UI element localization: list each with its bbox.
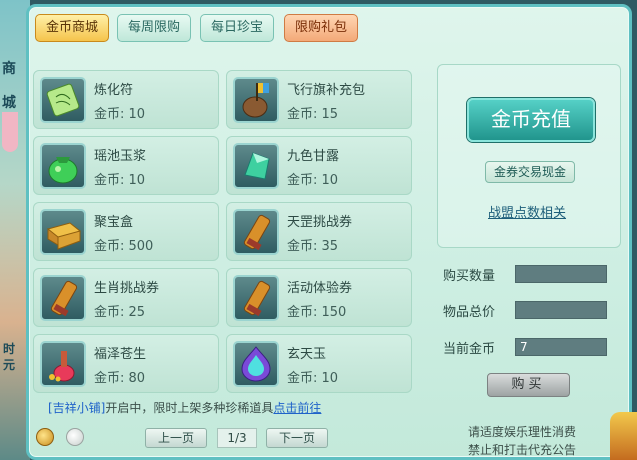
coupon-exchange-button[interactable]: 金券交易现金 — [485, 161, 575, 183]
item-name: 聚宝盒 — [94, 215, 134, 230]
item-name: 生肖挑战券 — [94, 281, 160, 296]
quantity-label: 购买数量 — [443, 269, 496, 284]
item-price: 金币: 25 — [94, 305, 146, 320]
current-gold-field: 7 — [515, 338, 607, 356]
next-page-button[interactable]: 下一页 — [266, 428, 328, 448]
side-glyph-1: 商 — [2, 61, 16, 77]
filter-toggle-icon[interactable] — [66, 428, 84, 446]
notice-text: 开启中，限时上架多种珍稀道具 — [105, 401, 274, 415]
item-name: 炼化符 — [94, 83, 134, 98]
flag-pouch-icon — [233, 77, 279, 123]
total-price-label: 物品总价 — [443, 305, 496, 320]
item-name: 飞行旗补充包 — [287, 83, 366, 98]
item-name: 天罡挑战券 — [287, 215, 353, 230]
item-card[interactable]: 福泽苍生 金币: 80 — [33, 334, 219, 393]
gem-icon — [233, 341, 279, 387]
anti-proxy-notice-link[interactable]: 禁止和打击代充公告 — [468, 441, 576, 458]
item-card[interactable]: 玄天玉 金币: 10 — [226, 334, 412, 393]
gourd-icon — [40, 341, 86, 387]
prev-page-button[interactable]: 上一页 — [145, 428, 207, 448]
item-name: 玄天玉 — [287, 347, 327, 362]
item-card[interactable]: 飞行旗补充包 金币: 15 — [226, 70, 412, 129]
current-gold-label: 当前金币 — [443, 342, 496, 357]
tab-gold-mall[interactable]: 金币商城 — [35, 14, 110, 42]
crystal-icon — [233, 143, 279, 189]
scroll-icon — [233, 209, 279, 255]
item-price: 金币: 35 — [287, 239, 339, 254]
buy-button[interactable]: 购买 — [487, 373, 570, 397]
side-glyph-2: 城 — [2, 95, 16, 111]
quantity-field[interactable] — [515, 265, 607, 283]
corner-decoration-icon — [610, 412, 637, 460]
item-card[interactable]: 活动体验券 金币: 150 — [226, 268, 412, 327]
treasure-box-icon — [40, 209, 86, 255]
coin-search-icon[interactable] — [36, 428, 54, 446]
item-name: 活动体验券 — [287, 281, 353, 296]
item-price: 金币: 10 — [287, 371, 339, 386]
jade-pouch-icon — [40, 143, 86, 189]
item-price: 金币: 500 — [94, 239, 154, 254]
shop-notice: [吉祥小铺]开启中，限时上架多种珍稀道具点击前往 — [48, 399, 321, 416]
notice-goto-link[interactable]: 点击前往 — [273, 401, 321, 415]
item-card[interactable]: 聚宝盒 金币: 500 — [33, 202, 219, 261]
gold-recharge-button[interactable]: 金币充值 — [467, 98, 595, 142]
tab-limited-gift[interactable]: 限购礼包 — [284, 14, 359, 42]
scroll-icon — [233, 275, 279, 321]
item-card[interactable]: 瑶池玉浆 金币: 10 — [33, 136, 219, 195]
item-price: 金币: 10 — [94, 173, 146, 188]
item-price: 金币: 15 — [287, 107, 339, 122]
item-price: 金币: 10 — [94, 107, 146, 122]
side-ribbon — [2, 112, 18, 152]
item-card[interactable]: 天罡挑战券 金币: 35 — [226, 202, 412, 261]
notice-shop-name[interactable]: [吉祥小铺] — [48, 401, 105, 415]
consumption-notice: 请适度娱乐理性消费 — [468, 425, 577, 439]
item-price: 金币: 80 — [94, 371, 146, 386]
item-name: 福泽苍生 — [94, 347, 147, 362]
item-price: 金币: 150 — [287, 305, 347, 320]
item-card[interactable]: 九色甘露 金币: 10 — [226, 136, 412, 195]
page-indicator: 1/3 — [217, 428, 257, 448]
side-glyph-3: 时 — [2, 342, 15, 356]
side-glyph-4: 元 — [2, 358, 15, 372]
scroll-icon — [40, 275, 86, 321]
alliance-points-link[interactable]: 战盟点数相关 — [488, 202, 566, 221]
item-price: 金币: 10 — [287, 173, 339, 188]
item-card[interactable]: 生肖挑战券 金币: 25 — [33, 268, 219, 327]
item-card[interactable]: 炼化符 金币: 10 — [33, 70, 219, 129]
item-name: 九色甘露 — [287, 149, 340, 164]
tab-weekly-limit[interactable]: 每周限购 — [117, 14, 192, 42]
total-price-field — [515, 301, 607, 319]
talisman-icon — [40, 77, 86, 123]
tab-daily-treasure[interactable]: 每日珍宝 — [200, 14, 275, 42]
item-name: 瑶池玉浆 — [94, 149, 147, 164]
